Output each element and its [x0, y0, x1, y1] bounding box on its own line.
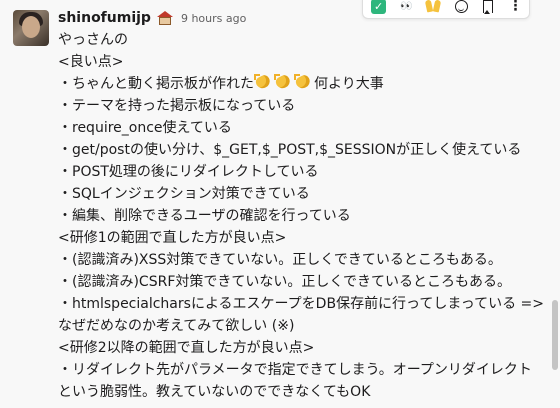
raised-hands-reaction-button[interactable]	[425, 0, 441, 14]
add-emoji-icon	[454, 0, 468, 13]
raised-hands-icon	[425, 0, 441, 12]
bookmark-icon	[483, 0, 494, 14]
save-message-button[interactable]	[481, 0, 496, 14]
message-line: なぜだめなのか考えてみて欲しい (※)	[58, 318, 295, 334]
clap-icon[interactable]	[254, 74, 274, 90]
message-body: やっさんの <良い点> ・ちゃんと動く掲示板が作れた 何より大事 ・テーマを持った…	[58, 29, 548, 403]
timestamp[interactable]: 9 hours ago	[181, 12, 246, 25]
message-line: ・テーマを持った掲示板になっている	[58, 98, 296, 114]
message-line: ・(認識済み)XSS対策できていない。正しくできているところもある。	[58, 252, 502, 268]
message-line: ・POST処理の後にリダイレクトしている	[58, 164, 319, 180]
avatar[interactable]	[13, 10, 49, 46]
check-icon: ✓	[371, 0, 387, 14]
message-line: ・編集、削除できるユーザの確認を行っている	[58, 208, 351, 224]
message-container: shinofumijp 9 hours ago やっさんの <良い点> ・ちゃん…	[0, 0, 560, 408]
scrollbar[interactable]	[550, 0, 560, 408]
check-reaction-button[interactable]: ✓	[371, 0, 387, 14]
message-line: やっさんの	[58, 32, 128, 48]
more-icon: ⋮	[508, 0, 523, 14]
message-line: ・get/postの使い分け、$_GET,$_POST,$_SESSIONが正し…	[58, 142, 522, 158]
message-line-suffix: 何より大事	[314, 76, 384, 92]
message-line: <研修1の範囲で直した方が良い点>	[58, 230, 287, 246]
message-line: ・SQLインジェクション対策できている	[58, 186, 310, 202]
message-line-text: ・ちゃんと動く掲示板が作れた	[58, 76, 254, 92]
house-icon[interactable]	[156, 11, 173, 25]
username[interactable]: shinofumijp	[58, 10, 151, 26]
message-line-with-emoji: ・ちゃんと動く掲示板が作れた 何より大事	[58, 73, 548, 95]
message-line: ・(認識済み)CSRF対策できていない。正しくできているところもある。	[58, 274, 511, 290]
message-line: という脆弱性。教えていないのでできなくてもOK	[58, 384, 371, 400]
message-line: <良い点>	[58, 54, 124, 70]
message-line: ・require_once使えている	[58, 120, 232, 136]
clap-icon[interactable]	[274, 74, 294, 90]
message-actions-toolbar: ✓ 👀 ⋮	[362, 0, 530, 19]
message-line: <研修2以降の範囲で直した方が良い点>	[58, 340, 315, 356]
scrollbar-thumb[interactable]	[552, 300, 558, 370]
eyes-reaction-button[interactable]: 👀	[398, 0, 413, 14]
message-line: ・リダイレクト先がパラメータで指定できてしまう。オープンリダイレクト	[58, 362, 532, 378]
eyes-icon: 👀	[400, 0, 412, 12]
avatar-face	[22, 16, 40, 38]
add-reaction-button[interactable]	[453, 0, 468, 14]
message-line: ・htmlspecialcharsによるエスケープをDB保存前に行ってしまってい…	[58, 296, 545, 312]
clap-icon[interactable]	[294, 74, 314, 90]
more-actions-button[interactable]: ⋮	[508, 0, 523, 14]
message-header: shinofumijp 9 hours ago	[58, 8, 246, 28]
